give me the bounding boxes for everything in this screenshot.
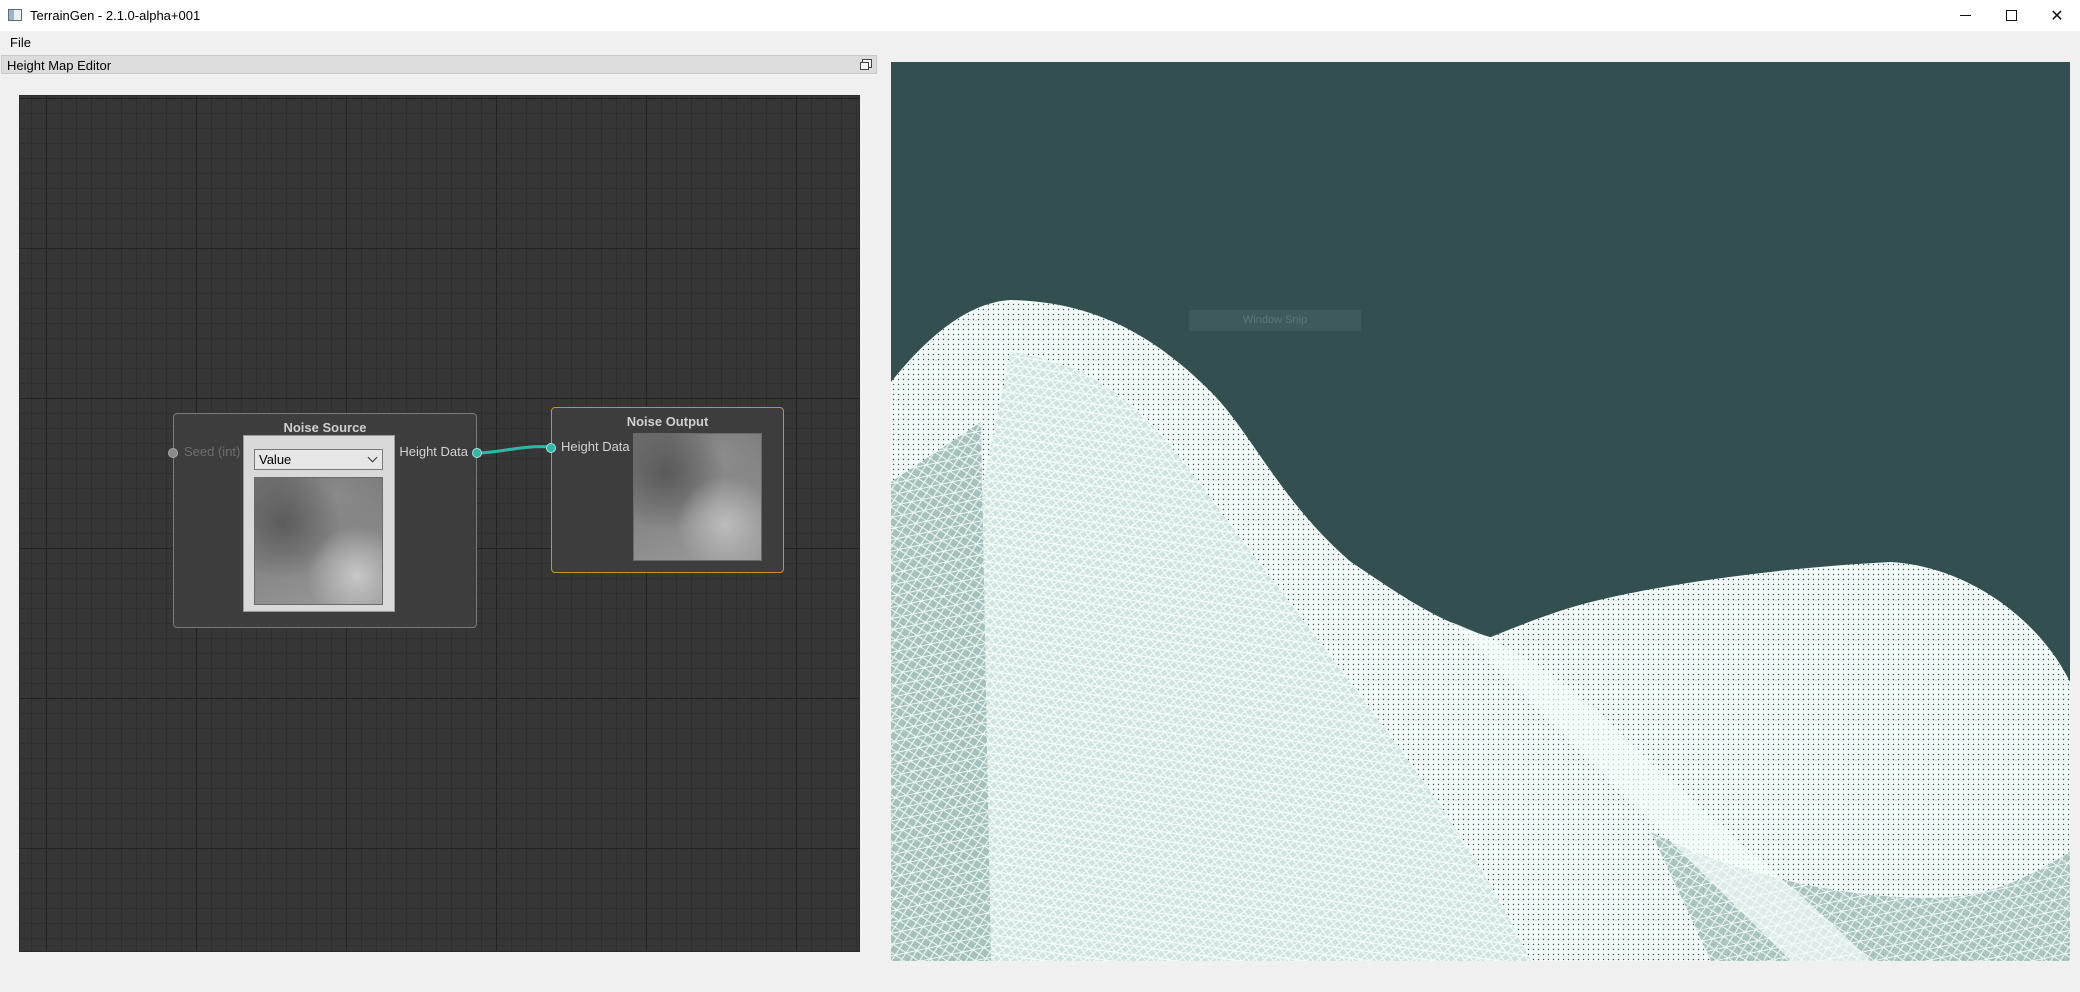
minimize-icon <box>1959 15 1971 16</box>
seed-input-label: Seed (int) <box>184 444 241 459</box>
window-snip-overlay: Window Snip <box>1189 310 1361 331</box>
height-data-output-port[interactable] <box>472 448 482 458</box>
maximize-icon <box>2005 10 2017 21</box>
noise-type-dropdown[interactable]: Value <box>254 449 383 470</box>
node-title: Noise Output <box>626 414 709 429</box>
minimize-button[interactable] <box>1942 0 1988 31</box>
chevron-down-icon <box>367 452 378 463</box>
menu-bar: File <box>0 31 2080 52</box>
app-icon <box>8 9 22 21</box>
noise-output-preview <box>633 433 762 561</box>
dock-title: Height Map Editor <box>7 58 112 73</box>
terrain-wireframe <box>891 300 2070 961</box>
node-canvas[interactable]: Noise Source Seed (int) Value Height Dat… <box>19 95 860 952</box>
close-button[interactable]: ✕ <box>2034 0 2080 31</box>
maximize-button[interactable] <box>1988 0 2034 31</box>
noise-output-node[interactable]: Noise Output Height Data <box>546 407 784 573</box>
seed-input-port[interactable] <box>168 448 178 458</box>
noise-source-node[interactable]: Noise Source Seed (int) Value Height Dat… <box>168 413 482 628</box>
noise-source-preview <box>254 477 383 605</box>
noise-type-value: Value <box>259 452 292 467</box>
dock-header: Height Map Editor <box>1 55 877 74</box>
close-icon: ✕ <box>2050 7 2064 25</box>
height-data-input-label: Height Data <box>561 439 630 454</box>
menu-file[interactable]: File <box>10 35 31 50</box>
title-bar: TerrainGen - 2.1.0-alpha+001 ✕ <box>0 0 2080 31</box>
height-data-output-label: Height Data <box>399 444 468 459</box>
terrain-viewport[interactable]: Window Snip <box>891 62 2070 961</box>
node-title: Noise Source <box>283 420 367 435</box>
window-title: TerrainGen - 2.1.0-alpha+001 <box>30 8 201 23</box>
noise-settings-panel: Value <box>243 435 395 612</box>
height-data-input-port[interactable] <box>546 443 556 453</box>
float-dock-icon[interactable] <box>860 59 872 70</box>
